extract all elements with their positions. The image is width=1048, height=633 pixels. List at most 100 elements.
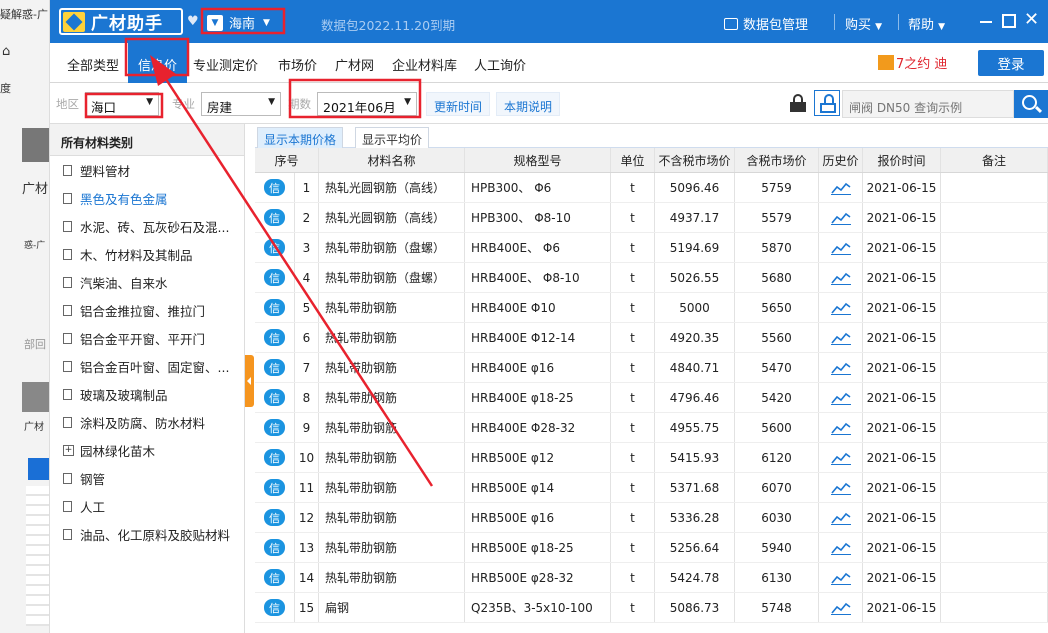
info-badge[interactable]: 信 [264,269,285,286]
info-badge[interactable]: 信 [264,239,285,256]
table-row[interactable]: 信 13 热轧带肋钢筋 HRB500E φ18-25 t 5256.64 5940 2021-… [255,533,1048,563]
info-badge[interactable]: 信 [264,359,285,376]
table-row[interactable]: 信 12 热轧带肋钢筋 HRB500E φ16 t 5336.28 6030 2021-06-… [255,503,1048,533]
column-header[interactable]: 备注 [941,148,1048,172]
trend-chart-icon[interactable] [830,421,851,435]
search-input[interactable] [842,90,1014,118]
table-row[interactable]: 信 6 热轧带肋钢筋 HRB400E Φ12-14 t 4920.35 5560 2021-0… [255,323,1048,353]
major-select[interactable]: 房建 ▼ [201,92,281,116]
column-header[interactable]: 材料名称 [319,148,465,172]
sidebar-category-item[interactable]: 铝合金推拉窗、推拉门 [50,296,244,324]
trend-chart-icon[interactable] [830,391,851,405]
nav-professional-price[interactable]: 专业测定价 [193,55,258,74]
nav-info-price[interactable]: 信息价 [128,43,188,83]
period-note-button[interactable]: 本期说明 [496,92,561,116]
nav-enterprise-library[interactable]: 企业材料库 [392,55,457,74]
info-badge[interactable]: 信 [264,179,285,196]
trend-chart-icon[interactable] [830,451,851,465]
sidebar-category-item[interactable]: 铝合金百叶窗、固定窗、... [50,352,244,380]
help-menu[interactable]: 帮助 ▼ [908,14,945,33]
minimize-icon[interactable] [980,21,992,23]
info-badge[interactable]: 信 [264,599,285,616]
sidebar-collapse-handle[interactable] [245,355,254,407]
info-badge[interactable]: 信 [264,479,285,496]
trend-chart-icon[interactable] [830,331,851,345]
buy-menu[interactable]: 购买 ▼ [845,14,882,33]
region-dropdown[interactable]: ▼ 海南 ▼ [207,13,270,32]
table-cell: Q235B、3-5x10-100 [465,593,611,622]
column-header[interactable]: 含税市场价 [735,148,819,172]
promo-banner[interactable]: 7之约 迪 [878,53,947,72]
table-cell: 2021-06-15 [863,293,941,322]
trend-chart-icon[interactable] [830,361,851,375]
trend-chart-icon[interactable] [830,571,851,585]
login-button[interactable]: 登录 [978,50,1044,76]
sidebar-category-item[interactable]: + 园林绿化苗木 [50,436,244,464]
table-row[interactable]: 信 1 热轧光圆钢筋（高线） HPB300、 Φ6 t 5096.46 5759 2021-0… [255,173,1048,203]
table-row[interactable]: 信 8 热轧带肋钢筋 HRB400E φ18-25 t 4796.46 5420 2021-0… [255,383,1048,413]
sidebar-category-item[interactable]: 玻璃及玻璃制品 [50,380,244,408]
area-select[interactable]: 海口 ▼ [85,92,159,116]
info-badge[interactable]: 信 [264,209,285,226]
sidebar-category-item[interactable]: 钢管 [50,464,244,492]
sidebar-category-item[interactable]: 黑色及有色金属 [50,184,244,212]
table-row[interactable]: 信 5 热轧带肋钢筋 HRB400E Φ10 t 5000 5650 2021-06-15 [255,293,1048,323]
info-badge[interactable]: 信 [264,449,285,466]
trend-chart-icon[interactable] [830,511,851,525]
table-row[interactable]: 信 2 热轧光圆钢筋（高线） HPB300、 Φ8-10 t 4937.17 5579 202… [255,203,1048,233]
column-header[interactable]: 报价时间 [863,148,941,172]
table-row[interactable]: 信 15 扁钢 Q235B、3-5x10-100 t 5086.73 5748 2021-06… [255,593,1048,623]
trend-chart-icon[interactable] [830,181,851,195]
heart-icon[interactable]: ♥ [187,14,199,29]
package-manager-button[interactable]: 数据包管理 [724,14,808,33]
column-header[interactable]: 单位 [611,148,655,172]
trend-chart-icon[interactable] [830,601,851,615]
search-button[interactable] [1014,90,1048,118]
nav-market-price[interactable]: 市场价 [278,55,317,74]
nav-all-types[interactable]: 全部类型 [67,55,119,74]
column-header[interactable]: 规格型号 [465,148,611,172]
table-row[interactable]: 信 3 热轧带肋钢筋（盘螺） HRB400E、 Φ6 t 5194.69 5870 2021-… [255,233,1048,263]
tab-average-price[interactable]: 显示平均价 [355,127,430,148]
info-badge[interactable]: 信 [264,329,285,346]
period-select[interactable]: 2021年06月 ▼ [317,92,417,116]
sidebar-category-item[interactable]: 油品、化工原料及胶贴材料 [50,520,244,548]
maximize-icon[interactable] [1002,14,1016,28]
sidebar-category-item[interactable]: 水泥、砖、瓦灰砂石及混... [50,212,244,240]
info-badge[interactable]: 信 [264,419,285,436]
info-badge[interactable]: 信 [264,389,285,406]
info-badge[interactable]: 信 [264,299,285,316]
tab-current-price[interactable]: 显示本期价格 [257,127,344,148]
update-time-button[interactable]: 更新时间 [426,92,491,116]
trend-chart-icon[interactable] [830,241,851,255]
trend-chart-icon[interactable] [830,301,851,315]
close-icon[interactable]: ✕ [1024,10,1039,30]
sidebar-category-item[interactable]: 木、竹材料及其制品 [50,240,244,268]
table-row[interactable]: 信 10 热轧带肋钢筋 HRB500E φ12 t 5415.93 6120 2021-06-… [255,443,1048,473]
column-header[interactable]: 不含税市场价 [655,148,735,172]
column-header[interactable]: 序号 [255,148,319,172]
trend-chart-icon[interactable] [830,211,851,225]
sidebar-category-item[interactable]: 铝合金平开窗、平开门 [50,324,244,352]
trend-chart-icon[interactable] [830,481,851,495]
sidebar-category-item[interactable]: 塑料管材 [50,156,244,184]
unlock-icon[interactable] [814,90,840,116]
table-row[interactable]: 信 14 热轧带肋钢筋 HRB500E φ28-32 t 5424.78 6130 2021-… [255,563,1048,593]
nav-labor-inquiry[interactable]: 人工询价 [474,55,526,74]
table-row[interactable]: 信 7 热轧带肋钢筋 HRB400E φ16 t 4840.71 5470 2021-06-1… [255,353,1048,383]
table-row[interactable]: 信 4 热轧带肋钢筋（盘螺） HRB400E、 Φ8-10 t 5026.55 5680 20… [255,263,1048,293]
info-badge[interactable]: 信 [264,539,285,556]
sidebar-category-item[interactable]: 人工 [50,492,244,520]
table-row[interactable]: 信 9 热轧带肋钢筋 HRB400E Φ28-32 t 4955.75 5600 2021-0… [255,413,1048,443]
table-cell: HRB400E Φ10 [465,293,611,322]
info-badge[interactable]: 信 [264,569,285,586]
info-badge[interactable]: 信 [264,509,285,526]
trend-chart-icon[interactable] [830,271,851,285]
table-row[interactable]: 信 11 热轧带肋钢筋 HRB500E φ14 t 5371.68 6070 2021-06-… [255,473,1048,503]
column-header[interactable]: 历史价 [819,148,863,172]
nav-guangcai-web[interactable]: 广材网 [335,55,374,74]
trend-chart-icon[interactable] [830,541,851,555]
lock-icon[interactable] [790,94,806,112]
sidebar-category-item[interactable]: 涂料及防腐、防水材料 [50,408,244,436]
sidebar-category-item[interactable]: 汽柴油、自来水 [50,268,244,296]
